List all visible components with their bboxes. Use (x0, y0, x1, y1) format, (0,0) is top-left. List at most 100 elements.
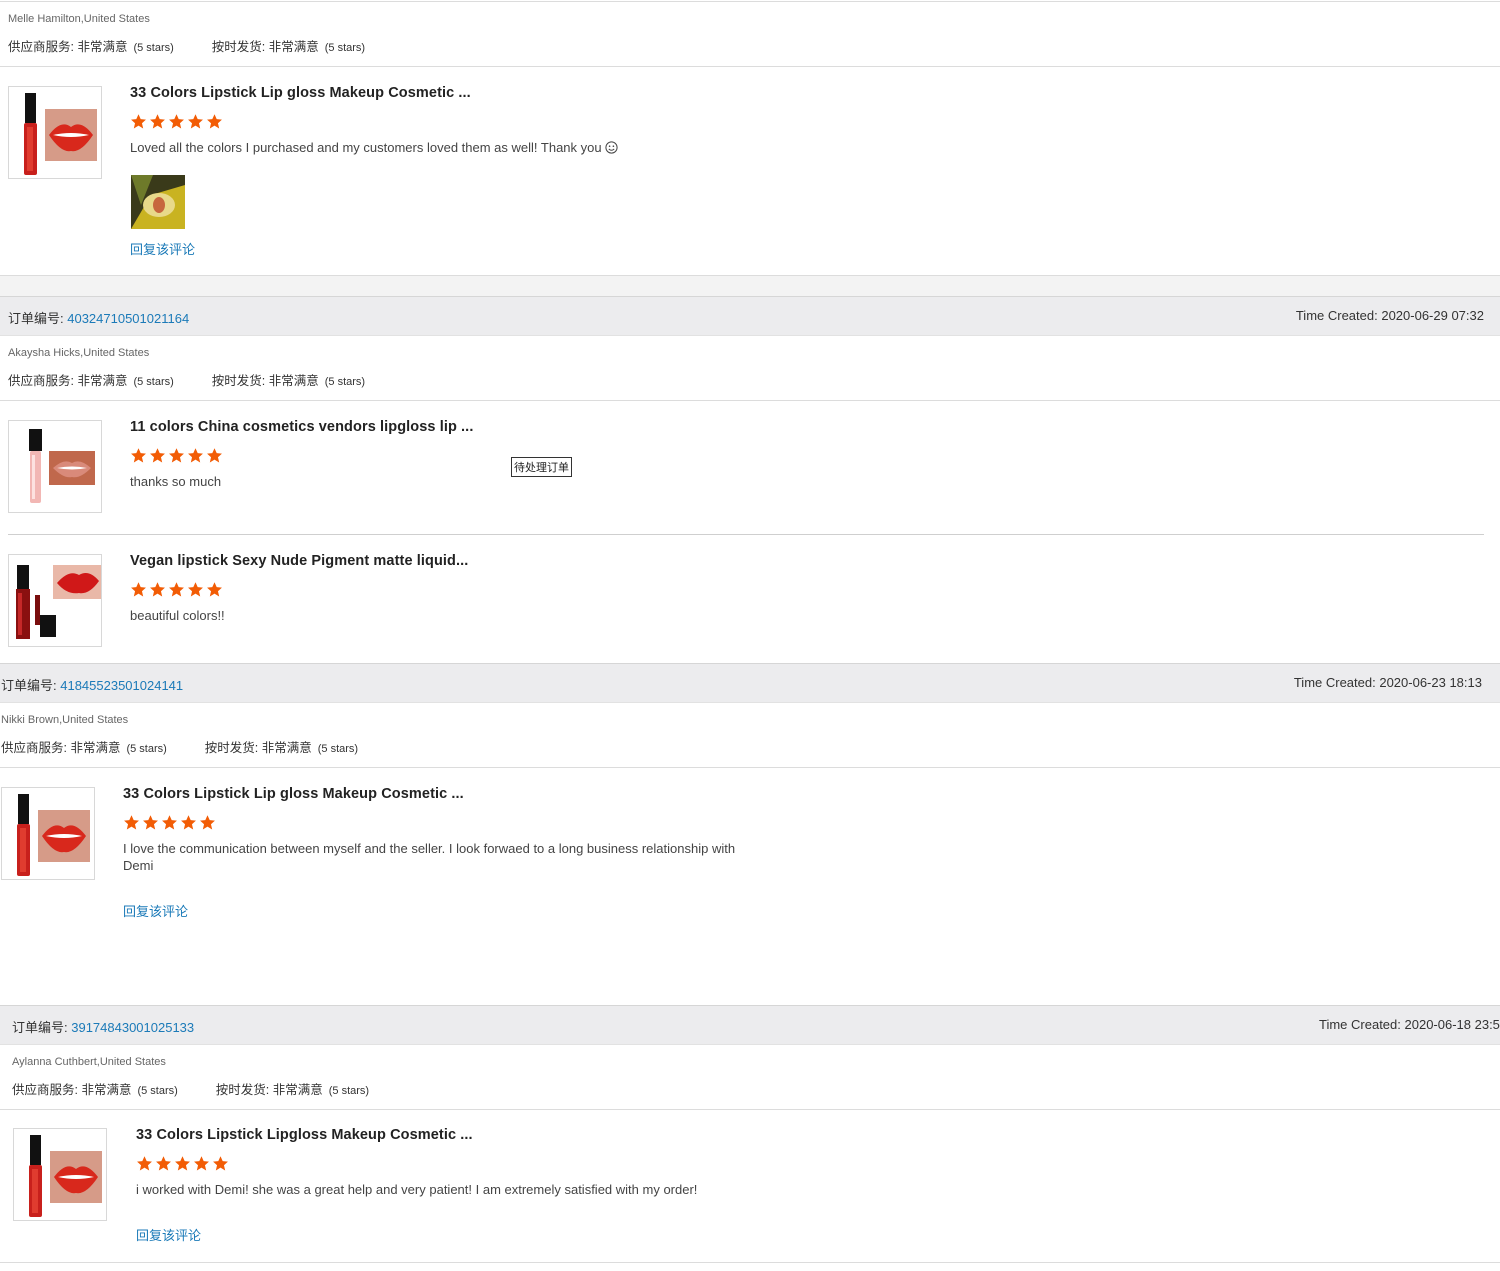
star-icon (130, 113, 147, 130)
status-badge: 待处理订单 (511, 457, 572, 477)
buyer-name: Aylanna Cuthbert,United States (12, 1056, 166, 1068)
reply-review-link[interactable]: 回复该评论 (130, 239, 195, 258)
supplier-service-rating: 供应商服务: 非常满意 (1, 741, 121, 755)
stars-text: (5 stars) (126, 743, 167, 755)
time-created: Time Created: 2020-06-23 18:13 (1294, 675, 1482, 690)
stars-text: (5 stars) (328, 1085, 370, 1097)
star-rating (136, 1155, 231, 1173)
review-comment: beautiful colors!! (130, 608, 225, 623)
product-title[interactable]: 33 Colors Lipstick Lip gloss Makeup Cosm… (123, 786, 464, 802)
star-icon (206, 581, 223, 598)
order-label-text: 订单编号: (8, 311, 68, 326)
product-title[interactable]: 33 Colors Lipstick Lipgloss Makeup Cosme… (136, 1127, 473, 1143)
time-label: Time Created: (1319, 1017, 1405, 1032)
time-created: Time Created: 2020-06-18 23:5 (1319, 1017, 1500, 1032)
star-icon (206, 113, 223, 130)
star-icon (174, 1155, 191, 1172)
order-header: 订单编号: 41845523501024141 Time Created: 20… (0, 663, 1500, 703)
stars-text: (5 stars) (324, 42, 366, 54)
review-comment: I love the communication between myself … (123, 841, 736, 873)
star-rating (130, 447, 225, 465)
star-icon (193, 1155, 210, 1172)
buyer-name: Nikki Brown,United States (1, 714, 129, 726)
star-icon (123, 814, 140, 831)
order-number-label: 订单编号: 39174843001025133 (12, 1017, 194, 1036)
divider (0, 767, 1500, 768)
on-time-rating: 按时发货: 非常满意 (215, 1083, 323, 1097)
reply-review-link[interactable]: 回复该评论 (136, 1225, 201, 1244)
on-time-rating: 按时发货: 非常满意 (204, 741, 312, 755)
star-icon (206, 447, 223, 464)
star-icon (187, 447, 204, 464)
stars-text: (5 stars) (317, 743, 359, 755)
product-title[interactable]: 33 Colors Lipstick Lip gloss Makeup Cosm… (130, 85, 471, 101)
star-icon (149, 447, 166, 464)
stars-text: (5 stars) (133, 42, 174, 54)
order-number-link[interactable]: 41845523501024141 (60, 678, 183, 693)
star-icon (187, 113, 204, 130)
order-label-text: 订单编号: (12, 1020, 72, 1035)
time-value: 2020-06-23 18:13 (1379, 675, 1482, 690)
time-created: Time Created: 2020-06-29 07:32 (1296, 308, 1484, 323)
star-icon (149, 113, 166, 130)
star-icon (180, 814, 197, 831)
stars-text: (5 stars) (324, 376, 366, 388)
supplier-ratings: 供应商服务: 非常满意 (5 stars) 按时发货: 非常满意 (5 stars) (8, 36, 365, 55)
product-thumbnail[interactable] (8, 554, 102, 647)
star-icon (149, 581, 166, 598)
product-thumbnail[interactable] (8, 86, 102, 179)
divider (8, 534, 1484, 535)
star-icon (136, 1155, 153, 1172)
product-title[interactable]: 11 colors China cosmetics vendors lipglo… (130, 419, 473, 435)
star-icon (212, 1155, 229, 1172)
divider (0, 400, 1500, 401)
smiley-icon (605, 141, 618, 158)
supplier-ratings: 供应商服务: 非常满意 (5 stars) 按时发货: 非常满意 (5 stars) (12, 1079, 369, 1098)
divider (0, 66, 1500, 67)
star-icon (199, 814, 216, 831)
order-number-link[interactable]: 39174843001025133 (71, 1020, 194, 1035)
section-gap (0, 276, 1500, 296)
on-time-rating: 按时发货: 非常满意 (211, 374, 319, 388)
star-rating (130, 581, 225, 599)
order-header: 订单编号: 40324710501021164 Time Created: 20… (0, 296, 1500, 336)
product-thumbnail[interactable] (1, 787, 95, 880)
buyer-name: Melle Hamilton,United States (8, 13, 150, 25)
product-thumbnail[interactable] (13, 1128, 107, 1221)
review-photo[interactable] (131, 175, 185, 229)
supplier-service-rating: 供应商服务: 非常满意 (12, 1083, 132, 1097)
supplier-service-rating: 供应商服务: 非常满意 (8, 40, 128, 54)
star-rating (130, 113, 225, 131)
review-comment: i worked with Demi! she was a great help… (136, 1182, 698, 1197)
supplier-ratings: 供应商服务: 非常满意 (5 stars) 按时发货: 非常满意 (5 stars) (1, 737, 358, 756)
divider (0, 1262, 1500, 1263)
star-icon (142, 814, 159, 831)
order-header: 订单编号: 39174843001025133 Time Created: 20… (0, 1005, 1500, 1045)
reply-review-link[interactable]: 回复该评论 (123, 901, 188, 920)
stars-text: (5 stars) (137, 1085, 178, 1097)
top-divider (0, 1, 1500, 2)
order-number-link[interactable]: 40324710501021164 (67, 311, 189, 326)
star-icon (168, 113, 185, 130)
review-text: Loved all the colors I purchased and my … (130, 140, 602, 155)
time-value: 2020-06-29 07:32 (1381, 308, 1484, 323)
on-time-rating: 按时发货: 非常满意 (211, 40, 319, 54)
supplier-service-rating: 供应商服务: 非常满意 (8, 374, 128, 388)
star-icon (155, 1155, 172, 1172)
product-thumbnail[interactable] (8, 420, 102, 513)
supplier-ratings: 供应商服务: 非常满意 (5 stars) 按时发货: 非常满意 (5 stars) (8, 370, 365, 389)
order-number-label: 订单编号: 41845523501024141 (1, 675, 183, 694)
product-title[interactable]: Vegan lipstick Sexy Nude Pigment matte l… (130, 553, 468, 569)
star-icon (168, 447, 185, 464)
star-rating (123, 814, 218, 832)
order-number-label: 订单编号: 40324710501021164 (8, 308, 189, 327)
time-label: Time Created: (1293, 675, 1380, 690)
buyer-name: Akaysha Hicks,United States (8, 347, 150, 359)
review-comment: Loved all the colors I purchased and my … (130, 139, 618, 158)
time-value: 2020-06-18 23:5 (1404, 1017, 1500, 1032)
stars-text: (5 stars) (133, 376, 174, 388)
divider (0, 1109, 1500, 1110)
star-icon (168, 581, 185, 598)
time-label: Time Created: (1295, 308, 1382, 323)
star-icon (130, 581, 147, 598)
